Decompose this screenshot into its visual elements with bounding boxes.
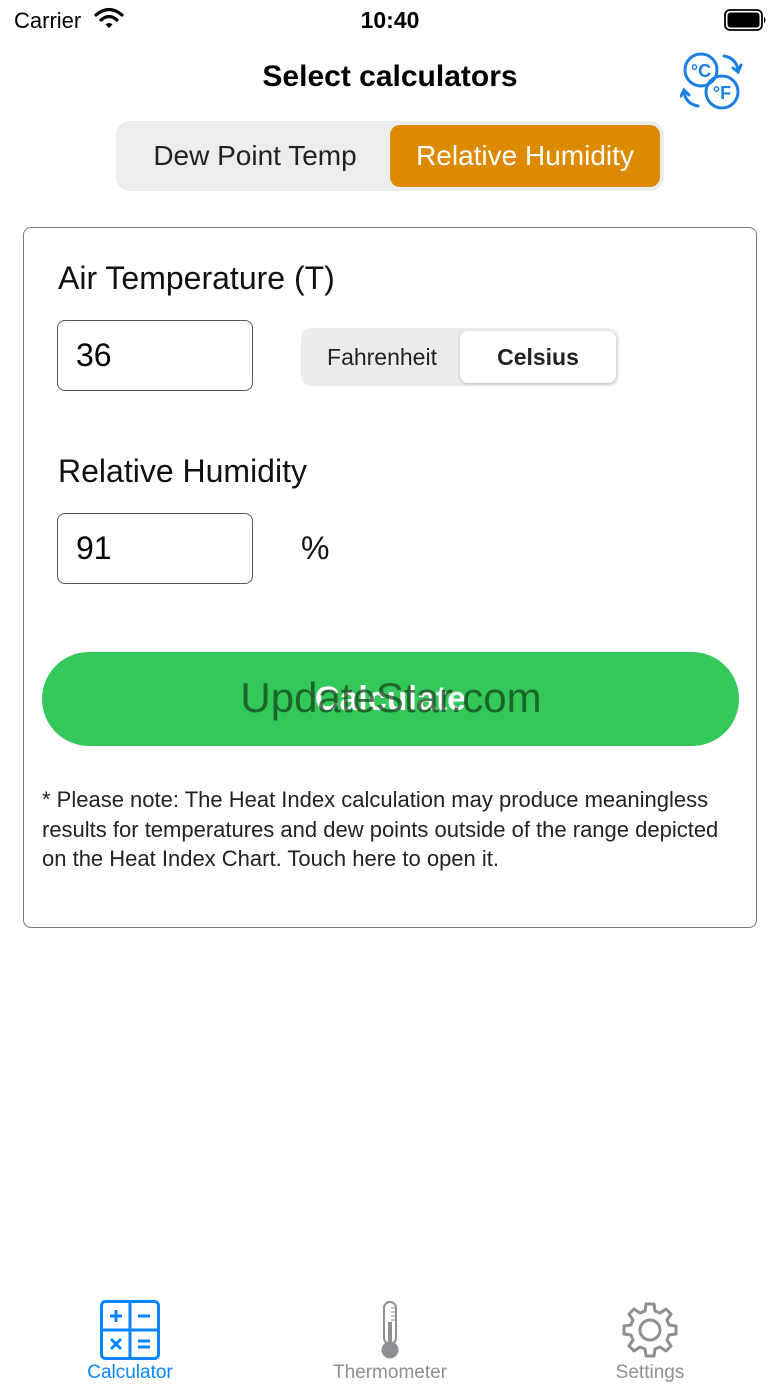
- tab-dew-point-temp[interactable]: Dew Point Temp: [120, 125, 390, 187]
- tab-thermometer-label: Thermometer: [332, 1362, 448, 1383]
- tab-calculator-label: Calculator: [87, 1362, 173, 1383]
- gear-icon: [622, 1302, 678, 1358]
- tab-bar: Calculator Thermometer Settings: [0, 1290, 780, 1387]
- calculate-label: Calculate: [314, 679, 467, 718]
- svg-text:°C: °C: [691, 61, 711, 81]
- calculator-selector: Dew Point Temp Relative Humidity: [116, 121, 664, 191]
- celsius-fahrenheit-swap-icon[interactable]: °C °F: [680, 50, 744, 112]
- screen: Carrier 10:40 Select calculators °C °F D…: [0, 0, 780, 1387]
- tab-calculator[interactable]: Calculator: [30, 1290, 230, 1387]
- calculator-icon: [100, 1300, 160, 1360]
- page-title: Select calculators: [262, 60, 518, 93]
- calculator-card: Air Temperature (T) Fahrenheit Celsius R…: [23, 227, 757, 928]
- status-time: 10:40: [360, 7, 420, 33]
- temperature-unit-selector: Fahrenheit Celsius: [301, 328, 619, 386]
- tab-settings-label: Settings: [615, 1362, 685, 1383]
- tab-settings[interactable]: Settings: [550, 1290, 750, 1387]
- status-bar: Carrier 10:40: [0, 0, 780, 40]
- thermometer-icon: [381, 1301, 399, 1359]
- relative-humidity-label: Relative Humidity: [58, 453, 307, 489]
- tab-thermometer[interactable]: Thermometer: [290, 1290, 490, 1387]
- tab-relative-humidity[interactable]: Relative Humidity: [390, 125, 660, 187]
- unit-fahrenheit[interactable]: Fahrenheit: [304, 331, 460, 383]
- unit-celsius[interactable]: Celsius: [460, 331, 616, 383]
- air-temperature-label: Air Temperature (T): [58, 260, 335, 296]
- battery-icon: [724, 9, 766, 31]
- calculate-button[interactable]: Calculate: [42, 652, 739, 746]
- svg-text:°F: °F: [713, 83, 731, 103]
- air-temperature-input[interactable]: [57, 320, 253, 391]
- humidity-unit-label: %: [301, 530, 330, 566]
- relative-humidity-input[interactable]: [57, 513, 253, 584]
- heat-index-note-link[interactable]: * Please note: The Heat Index calculatio…: [42, 785, 742, 874]
